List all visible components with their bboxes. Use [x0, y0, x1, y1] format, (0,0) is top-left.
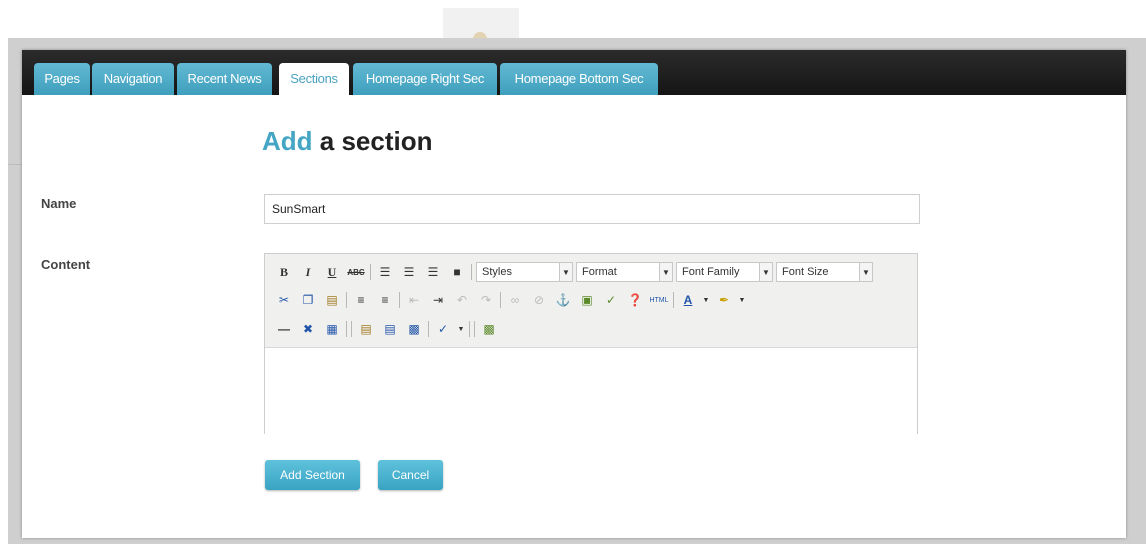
- content-label: Content: [41, 257, 91, 272]
- editor-toolbar-row-2: ✂ ❐ ▤ ≡ ≡ ⇤ ⇥ ↶ ↷ ∞ ⊘ ⚓ ▣ ✓ ❓ HTML A ▼ ✒…: [274, 288, 750, 312]
- strikethrough-icon[interactable]: ABC: [346, 262, 366, 282]
- help-icon[interactable]: ❓: [625, 290, 645, 310]
- align-right-icon[interactable]: ☰: [423, 262, 443, 282]
- toolbar-separator: [471, 264, 472, 280]
- toolbar-separator: [346, 321, 347, 337]
- tab-recent-news[interactable]: Recent News: [177, 63, 272, 95]
- redo-icon[interactable]: ↷: [476, 290, 496, 310]
- top-thumbnail: [443, 8, 519, 40]
- admin-panel: Pages Navigation Recent News Sections Ho…: [22, 50, 1126, 538]
- page-title: Add a section: [262, 126, 432, 157]
- toolbar-separator: [469, 321, 470, 337]
- chevron-down-icon: ▼: [859, 263, 872, 281]
- text-color-icon[interactable]: A: [678, 290, 698, 310]
- styles-select[interactable]: Styles ▼: [476, 262, 573, 282]
- chevron-down-icon[interactable]: ▼: [738, 290, 746, 310]
- tab-pages[interactable]: Pages: [34, 63, 90, 95]
- styles-select-value: Styles: [482, 266, 512, 278]
- align-left-icon[interactable]: ☰: [375, 262, 395, 282]
- format-select[interactable]: Format ▼: [576, 262, 673, 282]
- paste-text-icon[interactable]: ▤: [356, 319, 376, 339]
- toolbar-separator: [673, 292, 674, 308]
- table-icon[interactable]: ▦: [322, 319, 342, 339]
- toolbar-separator: [351, 321, 352, 337]
- font-size-select[interactable]: Font Size ▼: [776, 262, 873, 282]
- cancel-button[interactable]: Cancel: [378, 460, 443, 490]
- toolbar-separator: [399, 292, 400, 308]
- html-source-icon[interactable]: HTML: [649, 290, 669, 310]
- format-select-value: Format: [582, 266, 617, 278]
- outdent-icon[interactable]: ⇤: [404, 290, 424, 310]
- name-input[interactable]: [264, 194, 920, 224]
- spellcheck-icon[interactable]: ✓: [433, 319, 453, 339]
- paste-word-icon[interactable]: ▤: [380, 319, 400, 339]
- horizontal-rule-icon[interactable]: —: [274, 319, 294, 339]
- toolbar-separator: [370, 264, 371, 280]
- align-center-icon[interactable]: ☰: [399, 262, 419, 282]
- toolbar-separator: [428, 321, 429, 337]
- align-justify-icon[interactable]: ■: [447, 262, 467, 282]
- paste-icon[interactable]: ▤: [322, 290, 342, 310]
- copy-icon[interactable]: ❐: [298, 290, 318, 310]
- indent-icon[interactable]: ⇥: [428, 290, 448, 310]
- page-title-rest: a section: [312, 126, 433, 156]
- link-icon[interactable]: ∞: [505, 290, 525, 310]
- tab-bar: Pages Navigation Recent News Sections Ho…: [22, 50, 1126, 95]
- font-family-select-value: Font Family: [682, 266, 740, 278]
- tab-homepage-bottom-sec[interactable]: Homepage Bottom Sec: [500, 63, 658, 95]
- name-label: Name: [41, 196, 77, 211]
- font-family-select[interactable]: Font Family ▼: [676, 262, 773, 282]
- toolbar-separator: [500, 292, 501, 308]
- underline-icon[interactable]: U: [322, 262, 342, 282]
- anchor-icon[interactable]: ⚓: [553, 290, 573, 310]
- chevron-down-icon[interactable]: ▼: [457, 319, 465, 339]
- remove-format-icon[interactable]: ✖: [298, 319, 318, 339]
- chevron-down-icon: ▼: [559, 263, 572, 281]
- tab-homepage-right-sec[interactable]: Homepage Right Sec: [353, 63, 497, 95]
- toolbar-separator: [474, 321, 475, 337]
- editor-toolbar-row-1: B I U ABC ☰ ☰ ☰ ■ Styles ▼ Format ▼ Font F…: [274, 260, 876, 284]
- chevron-down-icon: ▼: [659, 263, 672, 281]
- toolbar-separator: [346, 292, 347, 308]
- highlight-color-icon[interactable]: ✒: [714, 290, 734, 310]
- chevron-down-icon: ▼: [759, 263, 772, 281]
- unlink-icon[interactable]: ⊘: [529, 290, 549, 310]
- tab-navigation[interactable]: Navigation: [92, 63, 174, 95]
- rich-text-editor: B I U ABC ☰ ☰ ☰ ■ Styles ▼ Format ▼ Font F…: [264, 253, 918, 434]
- image-icon[interactable]: ▣: [577, 290, 597, 310]
- page-title-accent: Add: [262, 126, 313, 156]
- editor-content-area[interactable]: [265, 347, 917, 434]
- chevron-down-icon[interactable]: ▼: [702, 290, 710, 310]
- add-section-button[interactable]: Add Section: [265, 460, 360, 490]
- cleanup-icon[interactable]: ✓: [601, 290, 621, 310]
- undo-icon[interactable]: ↶: [452, 290, 472, 310]
- numbered-list-icon[interactable]: ≡: [375, 290, 395, 310]
- bullet-list-icon[interactable]: ≡: [351, 290, 371, 310]
- bold-icon[interactable]: B: [274, 262, 294, 282]
- media-icon[interactable]: ▩: [479, 319, 499, 339]
- editor-toolbar-row-3: — ✖ ▦ ▤ ▤ ▩ ✓ ▼ ▩: [274, 317, 503, 341]
- cut-icon[interactable]: ✂: [274, 290, 294, 310]
- select-all-icon[interactable]: ▩: [404, 319, 424, 339]
- font-size-select-value: Font Size: [782, 266, 829, 278]
- tab-sections[interactable]: Sections: [279, 63, 349, 95]
- italic-icon[interactable]: I: [298, 262, 318, 282]
